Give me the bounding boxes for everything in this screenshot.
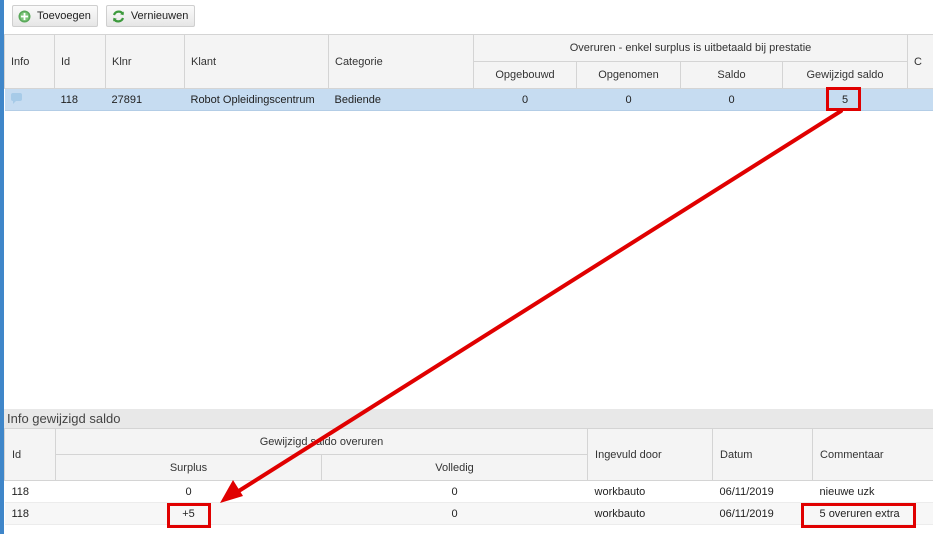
sub-col-header-surplus[interactable]: Surplus [55,454,322,481]
cell-datum: 06/11/2019 [712,502,813,525]
col-header-cut[interactable]: C [907,34,933,89]
col-header-klant[interactable]: Klant [184,34,329,89]
col-header-id[interactable]: Id [54,34,106,89]
toolbar: Toevoegen Vernieuwen [12,5,196,27]
cell-volledig: 0 [321,502,588,525]
table-row[interactable]: 118 +5 0 workbauto 06/11/2019 5 overuren… [4,502,933,525]
col-group-overuren: Overuren - enkel surplus is uitbetaald b… [472,34,909,62]
refresh-button[interactable]: Vernieuwen [105,5,196,27]
cell-datum: 06/11/2019 [712,480,813,503]
col-header-opgenomen[interactable]: Opgenomen [576,61,681,89]
info-cell[interactable] [4,88,55,111]
refresh-button-label: Vernieuwen [130,10,189,22]
sub-col-header-datum[interactable]: Datum [712,428,814,481]
cell-id: 118 [4,502,56,525]
overtime-grid: Info Id Klnr Klant Categorie Overuren - … [4,34,933,111]
cell-id: 118 [54,88,106,111]
cell-surplus: 0 [55,480,322,503]
cell-ingevuld-door: workbauto [587,480,713,503]
cell-surplus: +5 [55,502,322,525]
col-header-opgebouwd[interactable]: Opgebouwd [473,61,577,89]
cell-cut [907,88,933,111]
refresh-icon [111,9,126,24]
sub-col-header-volledig[interactable]: Volledig [320,454,589,481]
cell-commentaar: nieuwe uzk [812,480,933,503]
cell-categorie: Bediende [328,88,474,111]
cell-volledig: 0 [321,480,588,503]
table-row[interactable]: 118 0 0 workbauto 06/11/2019 nieuwe uzk [4,480,933,503]
cell-saldo: 0 [680,88,783,111]
cell-klant: Robot Opleidingscentrum [184,88,329,111]
comment-icon[interactable] [10,92,22,104]
sub-col-group: Gewijzigd saldo overuren [54,428,589,455]
table-row[interactable]: 118 27891 Robot Opleidingscentrum Bedien… [4,88,933,111]
sub-col-header-ingevuld-door[interactable]: Ingevuld door [587,428,714,481]
cell-klnr: 27891 [105,88,185,111]
col-header-info[interactable]: Info [4,34,55,89]
section-title: Info gewijzigd saldo [4,409,933,428]
saldo-change-grid: Id Gewijzigd saldo overuren Ingevuld doo… [4,428,933,525]
cell-opgebouwd: 0 [473,88,577,111]
sub-col-header-id[interactable]: Id [4,428,56,481]
cell-gewijzigd-saldo[interactable]: 5 [782,88,908,111]
col-header-klnr[interactable]: Klnr [105,34,185,89]
cell-opgenomen: 0 [576,88,681,111]
col-header-gewijzigd-saldo[interactable]: Gewijzigd saldo [781,61,909,89]
sub-col-header-commentaar[interactable]: Commentaar [812,428,933,481]
col-header-categorie[interactable]: Categorie [328,34,474,89]
plus-circle-icon [17,9,32,24]
col-header-saldo[interactable]: Saldo [680,61,783,89]
add-button[interactable]: Toevoegen [12,5,98,27]
cell-commentaar: 5 overuren extra [812,502,933,525]
cell-ingevuld-door: workbauto [587,502,713,525]
add-button-label: Toevoegen [37,10,91,22]
cell-id: 118 [4,480,56,503]
